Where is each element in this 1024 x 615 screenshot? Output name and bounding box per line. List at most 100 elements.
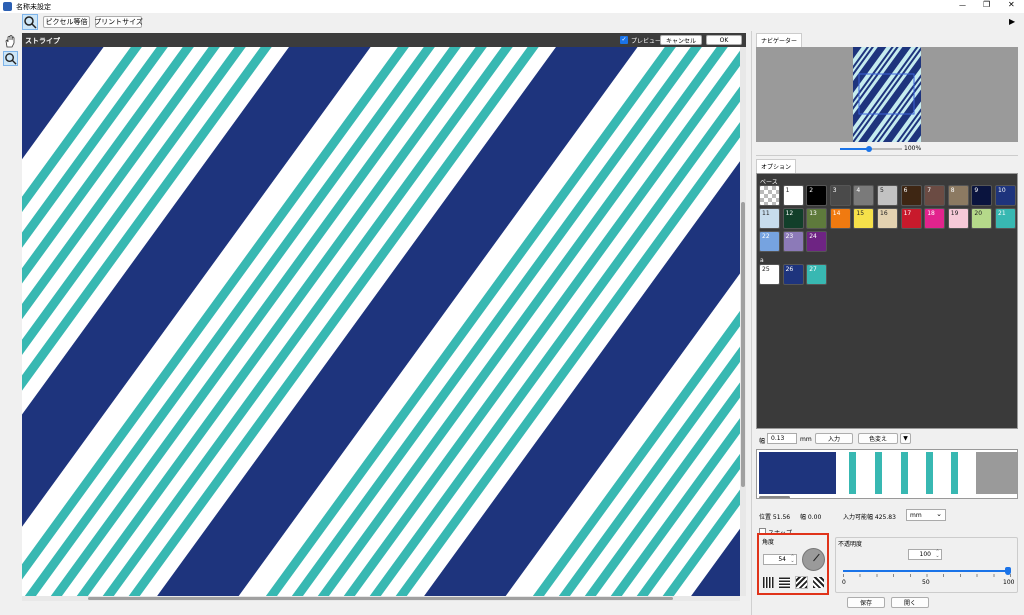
chevron-down-icon: ⌄	[936, 510, 942, 518]
horizontal-scroll-thumb[interactable]	[88, 597, 673, 600]
canvas-header: ストライプ ✓ プレビュー キャンセル OK	[22, 33, 746, 47]
color-swatch[interactable]: 1	[782, 185, 804, 206]
color-swatch[interactable]: 7	[924, 185, 946, 206]
preview-checkbox[interactable]: ✓	[620, 36, 628, 44]
angle-value: 54	[778, 556, 786, 563]
swatch-number: 25	[762, 266, 770, 273]
color-swatch[interactable]: 14	[829, 208, 851, 229]
color-swatch[interactable]: 11	[759, 208, 780, 229]
opacity-spin-button[interactable]: ⌃ ⌄	[934, 550, 941, 559]
canvas-horizontal-scrollbar[interactable]	[22, 596, 740, 601]
swatch-number: 5	[880, 187, 884, 194]
angle-dial[interactable]	[802, 548, 825, 571]
color-swatch[interactable]: 25	[759, 264, 780, 285]
vertical-scroll-thumb[interactable]	[741, 202, 745, 487]
angle-spin-button[interactable]: ⌃ ⌄	[789, 555, 796, 564]
swatch-number: 20	[974, 210, 983, 217]
color-swatch[interactable]: 22	[759, 231, 780, 252]
magnifier-icon	[24, 16, 37, 29]
color-swatch[interactable]: 10	[995, 185, 1016, 206]
unit-select-value: mm	[910, 511, 922, 519]
app-icon	[3, 2, 12, 11]
swatch-number: 24	[809, 233, 817, 240]
save-button[interactable]: 保存	[847, 597, 885, 608]
section-a-label: a	[760, 257, 764, 264]
input-button[interactable]: 入力	[815, 433, 853, 444]
color-swatch[interactable]: 12	[782, 208, 804, 229]
color-swatch[interactable]: 8	[947, 185, 969, 206]
maximize-button[interactable]: ❐	[983, 0, 990, 9]
color-swatch[interactable]: 16	[877, 208, 898, 229]
swatch-number: 3	[832, 187, 837, 194]
swatch-number: 27	[809, 266, 817, 273]
color-swatch[interactable]: 21	[995, 208, 1016, 229]
opacity-tick-50: 50	[922, 579, 930, 586]
pixel-scale-button[interactable]: ピクセル等倍	[43, 16, 90, 28]
stripe-sequence-preview[interactable]	[756, 449, 1018, 499]
zoom-slider-thumb[interactable]	[866, 146, 872, 152]
opacity-tick-100: 100	[1003, 579, 1015, 586]
expand-panel-button[interactable]: ▶	[1009, 17, 1015, 26]
color-swatch[interactable]: 13	[806, 208, 828, 229]
open-button[interactable]: 開く	[891, 597, 929, 608]
stripe-pattern	[22, 47, 740, 596]
color-swatch[interactable]: 20	[971, 208, 993, 229]
stripe-canvas[interactable]	[22, 47, 740, 596]
vertical-stripe-icon[interactable]	[763, 577, 774, 588]
swatch-number: 6	[903, 187, 908, 194]
print-size-button[interactable]: プリントサイズ	[94, 16, 143, 28]
color-swatch[interactable]: 27	[806, 264, 828, 285]
cancel-button[interactable]: キャンセル	[660, 35, 702, 45]
color-swatch[interactable]: 19	[947, 208, 969, 229]
magnifier-icon	[5, 53, 17, 65]
color-swatch[interactable]: 9	[971, 185, 993, 206]
seq-scroll-thumb[interactable]	[759, 496, 790, 498]
swatch-number: 16	[880, 210, 888, 217]
hand-tool-button[interactable]	[3, 34, 18, 49]
color-swatch[interactable]: 5	[877, 185, 898, 206]
color-swatch[interactable]: 4	[853, 185, 875, 206]
swatch-number: 1	[785, 187, 790, 194]
minimize-button[interactable]: —	[959, 1, 966, 9]
color-swatch[interactable]: 23	[782, 231, 804, 252]
close-button[interactable]: ✕	[1008, 0, 1015, 9]
zoom-tool-button[interactable]	[22, 14, 38, 30]
width-input[interactable]: 0.13	[767, 433, 797, 444]
window-title: 名称未設定	[16, 3, 51, 11]
swatch-number: 23	[785, 233, 794, 240]
opacity-group: 不透明度 100 ⌃ ⌄ 0 50 100	[835, 537, 1018, 593]
width-label: 幅	[759, 438, 766, 445]
diagonal-left-stripe-icon[interactable]	[813, 577, 824, 588]
color-swatch[interactable]: 6	[900, 185, 922, 206]
unit-select[interactable]: mm ⌄	[906, 509, 946, 521]
opacity-slider-fill	[843, 570, 1011, 572]
swatch-number: 13	[809, 210, 817, 217]
opacity-slider[interactable]	[843, 567, 1011, 577]
color-swatch[interactable]	[759, 185, 780, 206]
color-swatch[interactable]: 3	[829, 185, 851, 206]
navigator-zoom-slider[interactable]	[840, 146, 902, 152]
recolor-button[interactable]: 色変え	[858, 433, 898, 444]
angle-label: 角度	[762, 539, 775, 546]
color-swatch[interactable]: 15	[853, 208, 875, 229]
ok-button[interactable]: OK	[706, 35, 742, 45]
recolor-dropdown-button[interactable]: ▼	[900, 433, 911, 444]
navigator-view[interactable]	[756, 47, 1018, 142]
opacity-value: 100	[919, 551, 931, 558]
color-swatch[interactable]: 17	[900, 208, 922, 229]
color-swatch[interactable]: 18	[924, 208, 946, 229]
horizontal-stripe-icon[interactable]	[779, 577, 790, 588]
zoom-tool-side-button[interactable]	[3, 51, 18, 66]
color-swatch[interactable]: 24	[806, 231, 828, 252]
canvas-vertical-scrollbar[interactable]	[740, 47, 746, 596]
swatch-number: 26	[785, 266, 794, 273]
title-bar: 名称未設定 — ❐ ✕	[0, 0, 1024, 13]
diagonal-right-stripe-icon[interactable]	[795, 576, 808, 589]
color-swatch[interactable]: 2	[806, 185, 828, 206]
hand-icon	[5, 35, 15, 48]
zoom-slider-fill	[840, 148, 868, 150]
preview-label: プレビュー	[631, 38, 662, 45]
swatch-number: 22	[762, 233, 770, 240]
seq-teal-5	[951, 452, 958, 494]
color-swatch[interactable]: 26	[782, 264, 804, 285]
